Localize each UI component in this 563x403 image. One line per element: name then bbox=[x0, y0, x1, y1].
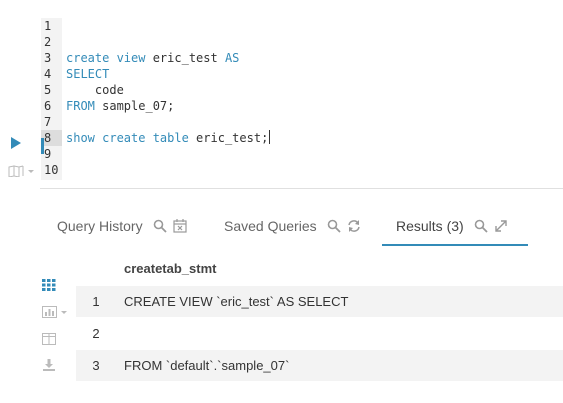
search-icon[interactable] bbox=[153, 219, 167, 233]
chart-view-dropdown[interactable] bbox=[42, 305, 72, 323]
results-grid-header: createtab_stmt bbox=[76, 250, 563, 286]
code-line[interactable]: show create table eric_test; bbox=[66, 130, 563, 146]
code-line[interactable]: FROM sample_07; bbox=[66, 98, 563, 114]
line-number: 1 bbox=[44, 19, 52, 33]
line-number: 5 bbox=[44, 83, 52, 97]
caret-down-icon bbox=[61, 311, 67, 314]
result-tabs: Query History Saved Queries Results (3) bbox=[41, 214, 563, 246]
line-number-gutter: 1 2 3 4 5 6 7 8 9 10 bbox=[41, 18, 62, 180]
line-number: 7 bbox=[44, 115, 52, 129]
code-line[interactable]: code bbox=[66, 82, 563, 98]
line-number: 9 bbox=[44, 147, 52, 161]
code-keyword: FROM bbox=[66, 99, 103, 113]
code-token: eric_test; bbox=[196, 131, 269, 145]
table-row[interactable]: 3 FROM `default`.`sample_07` bbox=[76, 350, 563, 382]
columns-icon[interactable] bbox=[42, 332, 56, 350]
snippet-type-dropdown[interactable] bbox=[8, 164, 40, 178]
results-toolbar bbox=[40, 276, 74, 376]
row-number: 1 bbox=[92, 294, 100, 309]
code-keyword: create view bbox=[66, 51, 153, 65]
code-token: eric_test bbox=[152, 51, 225, 65]
code-keyword: SELECT bbox=[66, 67, 110, 81]
expand-icon[interactable] bbox=[494, 219, 508, 233]
bar-chart-icon bbox=[42, 306, 57, 318]
tab-results[interactable]: Results (3) bbox=[396, 214, 508, 246]
code-editor[interactable]: 1 2 3 4 5 6 7 8 9 10 create view eric_test AS SELE… bbox=[41, 18, 563, 180]
table-row[interactable]: 2 bbox=[76, 318, 563, 350]
results-grid: createtab_stmt 1 CREATE VIEW `eric_test` … bbox=[76, 250, 563, 382]
tab-saved-queries[interactable]: Saved Queries bbox=[224, 214, 361, 246]
column-header[interactable]: createtab_stmt bbox=[124, 261, 217, 276]
line-number: 10 bbox=[44, 163, 59, 177]
active-line-marker bbox=[41, 138, 44, 154]
line-number: 2 bbox=[44, 35, 52, 49]
caret-down-icon bbox=[28, 170, 34, 173]
code-line[interactable] bbox=[66, 34, 563, 50]
code-line[interactable] bbox=[66, 146, 563, 162]
run-icon[interactable] bbox=[10, 137, 22, 149]
editor-divider bbox=[40, 188, 563, 189]
code-line[interactable]: SELECT bbox=[66, 66, 563, 82]
grid-view-icon[interactable] bbox=[42, 278, 56, 296]
line-number: 8 bbox=[41, 130, 62, 146]
text-cursor bbox=[269, 130, 271, 144]
tab-results-label: Results (3) bbox=[396, 218, 464, 234]
active-tab-underline bbox=[382, 244, 528, 246]
row-number: 3 bbox=[92, 358, 100, 373]
refresh-icon[interactable] bbox=[347, 219, 361, 233]
table-cell[interactable]: FROM `default`.`sample_07` bbox=[124, 358, 289, 373]
code-keyword: AS bbox=[224, 51, 240, 65]
table-row[interactable]: 1 CREATE VIEW `eric_test` AS SELECT bbox=[76, 286, 563, 318]
code-line[interactable]: create view eric_test AS bbox=[66, 50, 563, 66]
code-line[interactable] bbox=[66, 162, 563, 178]
line-number: 3 bbox=[44, 51, 52, 65]
code-keyword: show create table bbox=[66, 131, 197, 145]
search-icon[interactable] bbox=[474, 219, 488, 233]
line-number: 4 bbox=[44, 67, 52, 81]
search-icon[interactable] bbox=[327, 219, 341, 233]
code-token: code bbox=[66, 83, 124, 97]
tab-saved-queries-label: Saved Queries bbox=[224, 218, 317, 234]
code-line[interactable] bbox=[66, 114, 563, 130]
code-area[interactable]: create view eric_test AS SELECT code FROM … bbox=[66, 18, 563, 178]
editor-gutter bbox=[0, 18, 40, 188]
code-token: sample_07; bbox=[102, 99, 175, 113]
book-icon bbox=[8, 165, 24, 178]
tab-query-history[interactable]: Query History bbox=[57, 214, 187, 246]
code-line[interactable] bbox=[66, 18, 563, 34]
tab-query-history-label: Query History bbox=[57, 218, 143, 234]
row-number: 2 bbox=[92, 326, 100, 341]
table-cell[interactable]: CREATE VIEW `eric_test` AS SELECT bbox=[124, 294, 348, 309]
download-icon[interactable] bbox=[42, 358, 56, 376]
line-number: 6 bbox=[44, 99, 52, 113]
clear-history-icon[interactable] bbox=[172, 219, 187, 233]
